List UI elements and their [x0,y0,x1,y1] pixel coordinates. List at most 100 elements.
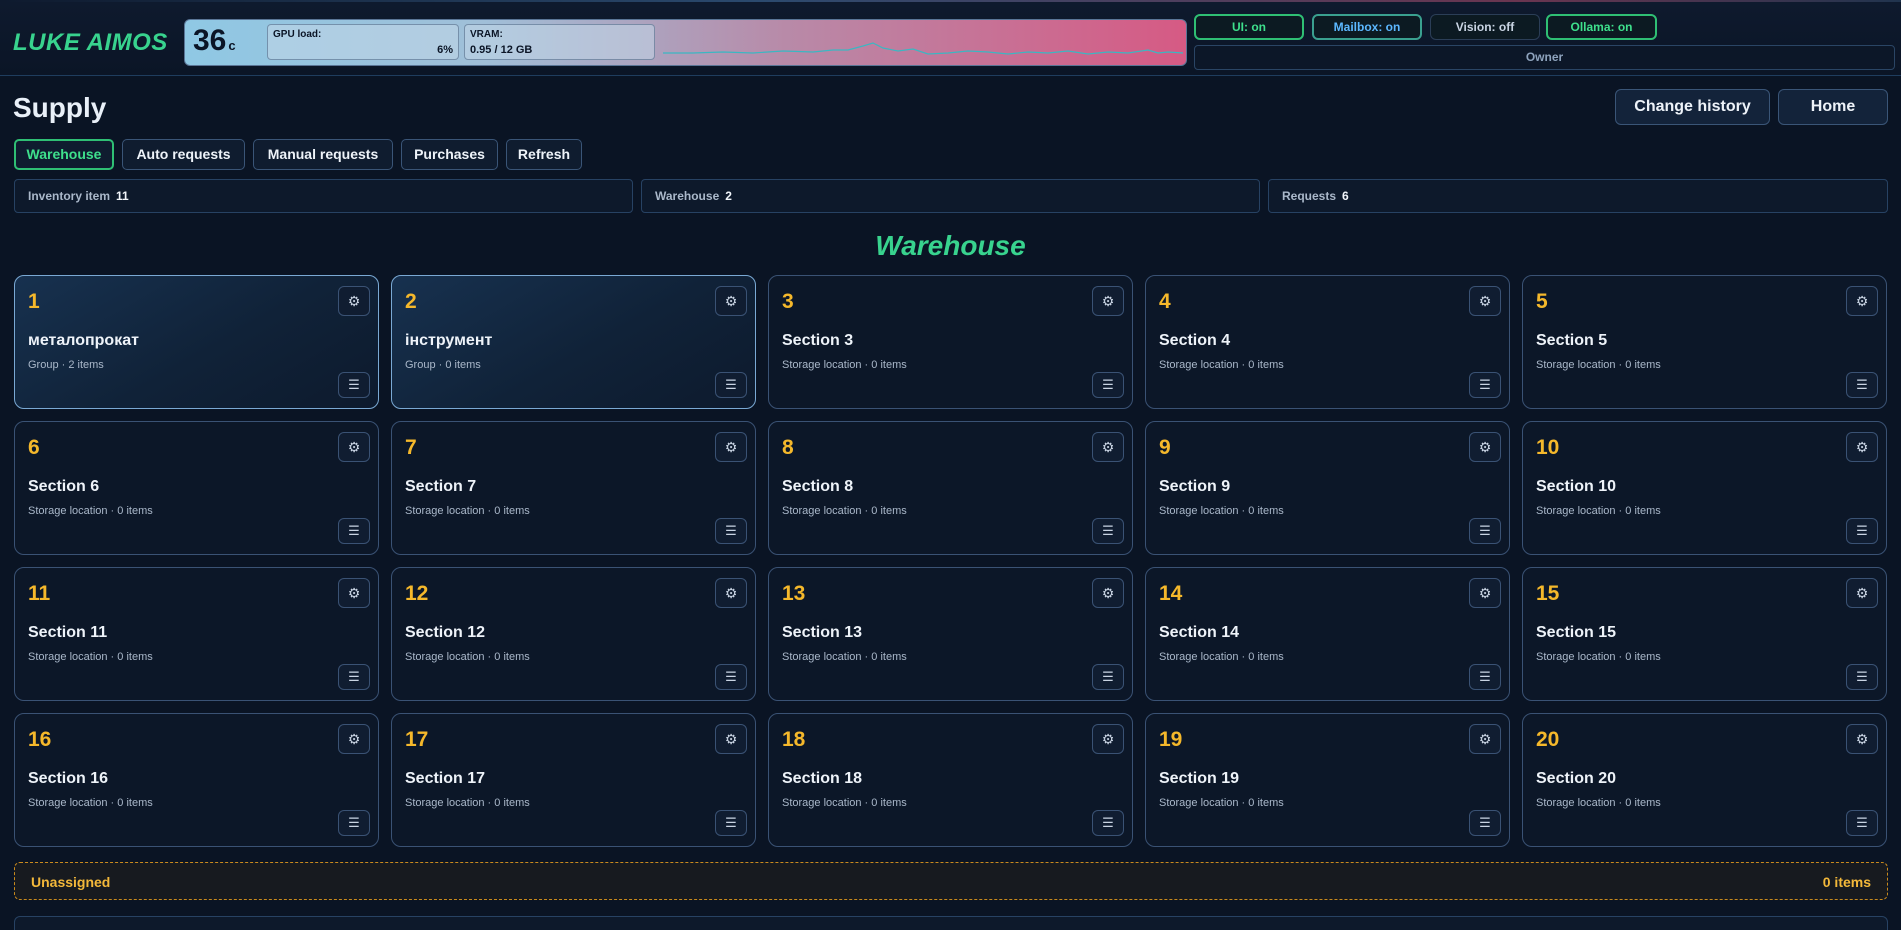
section-card[interactable]: 18 ⚙ Section 18 Storage location · 0 items ☰ [768,713,1133,847]
open-section-button[interactable]: ☰ [1469,664,1501,690]
settings-button[interactable]: ⚙ [338,724,370,754]
section-card[interactable]: 20 ⚙ Section 20 Storage location · 0 items ☰ [1522,713,1887,847]
menu-icon: ☰ [725,377,737,392]
section-card[interactable]: 11 ⚙ Section 11 Storage location · 0 items ☰ [14,567,379,701]
brand-logo: LUKE AIMOS [13,29,168,56]
settings-button[interactable]: ⚙ [715,724,747,754]
settings-button[interactable]: ⚙ [1092,286,1124,316]
settings-button[interactable]: ⚙ [338,578,370,608]
service-ui-status[interactable]: UI: on [1194,14,1304,40]
open-section-button[interactable]: ☰ [1846,518,1878,544]
open-section-button[interactable]: ☰ [1846,664,1878,690]
open-section-button[interactable]: ☰ [1846,810,1878,836]
open-section-button[interactable]: ☰ [338,518,370,544]
settings-button[interactable]: ⚙ [1469,724,1501,754]
open-section-button[interactable]: ☰ [715,664,747,690]
menu-icon: ☰ [1856,377,1868,392]
open-section-button[interactable]: ☰ [1092,372,1124,398]
settings-button[interactable]: ⚙ [338,432,370,462]
open-section-button[interactable]: ☰ [1469,372,1501,398]
settings-button[interactable]: ⚙ [715,432,747,462]
settings-button[interactable]: ⚙ [338,286,370,316]
section-card[interactable]: 10 ⚙ Section 10 Storage location · 0 items ☰ [1522,421,1887,555]
open-section-button[interactable]: ☰ [715,518,747,544]
stat-label: Requests [1282,189,1337,203]
menu-icon: ☰ [1102,377,1114,392]
section-card[interactable]: 15 ⚙ Section 15 Storage location · 0 items ☰ [1522,567,1887,701]
section-name: Section 6 [28,478,100,495]
section-number: 16 [28,728,52,751]
open-section-button[interactable]: ☰ [1092,810,1124,836]
service-mailbox-status[interactable]: Mailbox: on [1312,14,1422,40]
settings-button[interactable]: ⚙ [715,286,747,316]
section-card[interactable]: 14 ⚙ Section 14 Storage location · 0 items ☰ [1145,567,1510,701]
gear-icon: ⚙ [1101,439,1115,455]
status-bar: LUKE AIMOS 36 c GPU load: 6% VRAM: 0.95 /… [0,0,1901,76]
settings-button[interactable]: ⚙ [1846,578,1878,608]
settings-button[interactable]: ⚙ [1092,724,1124,754]
unassigned-bucket[interactable]: Unassigned 0 items [14,862,1888,900]
section-meta: Storage location · 0 items [1159,797,1284,809]
section-meta: Storage location · 0 items [1536,797,1661,809]
settings-button[interactable]: ⚙ [1469,578,1501,608]
gpu-temperature: 36 c [193,24,236,58]
settings-button[interactable]: ⚙ [1092,432,1124,462]
section-card[interactable]: 19 ⚙ Section 19 Storage location · 0 items ☰ [1145,713,1510,847]
settings-button[interactable]: ⚙ [1469,286,1501,316]
open-section-button[interactable]: ☰ [1469,810,1501,836]
stat-value: 6 [1342,189,1349,203]
section-number: 18 [782,728,806,751]
menu-icon: ☰ [725,669,737,684]
open-section-button[interactable]: ☰ [338,810,370,836]
menu-icon: ☰ [1856,815,1868,830]
tab-purchases[interactable]: Purchases [401,139,498,170]
section-card[interactable]: 3 ⚙ Section 3 Storage location · 0 items ☰ [768,275,1133,409]
tab-warehouse[interactable]: Warehouse [14,139,114,170]
settings-button[interactable]: ⚙ [715,578,747,608]
service-vision-status[interactable]: Vision: off [1430,14,1540,40]
open-section-button[interactable]: ☰ [1469,518,1501,544]
section-card[interactable]: 5 ⚙ Section 5 Storage location · 0 items ☰ [1522,275,1887,409]
section-number: 10 [1536,436,1560,459]
section-number: 19 [1159,728,1183,751]
section-card[interactable]: 9 ⚙ Section 9 Storage location · 0 items ☰ [1145,421,1510,555]
tab-auto-requests[interactable]: Auto requests [122,139,245,170]
section-name: інструмент [405,332,493,349]
settings-button[interactable]: ⚙ [1469,432,1501,462]
settings-button[interactable]: ⚙ [1846,724,1878,754]
section-card[interactable]: 6 ⚙ Section 6 Storage location · 0 items ☰ [14,421,379,555]
open-section-button[interactable]: ☰ [1846,372,1878,398]
section-card[interactable]: 12 ⚙ Section 12 Storage location · 0 items ☰ [391,567,756,701]
open-section-button[interactable]: ☰ [715,372,747,398]
stat-value: 2 [725,189,732,203]
section-card[interactable]: 13 ⚙ Section 13 Storage location · 0 items ☰ [768,567,1133,701]
section-meta: Storage location · 0 items [405,505,530,517]
open-section-button[interactable]: ☰ [338,372,370,398]
page-title: Supply [13,92,107,123]
tab-refresh[interactable]: Refresh [506,139,582,170]
menu-icon: ☰ [1479,669,1491,684]
tab-manual-requests[interactable]: Manual requests [253,139,393,170]
open-section-button[interactable]: ☰ [1092,664,1124,690]
open-section-button[interactable]: ☰ [715,810,747,836]
gpu-temperature-unit: c [228,38,236,53]
home-button[interactable]: Home [1778,89,1888,125]
section-card[interactable]: 4 ⚙ Section 4 Storage location · 0 items ☰ [1145,275,1510,409]
change-history-button[interactable]: Change history [1615,89,1770,125]
section-card[interactable]: 17 ⚙ Section 17 Storage location · 0 items ☰ [391,713,756,847]
service-ollama-status[interactable]: Ollama: on [1546,14,1657,40]
menu-icon: ☰ [1479,815,1491,830]
section-meta: Storage location · 0 items [1159,505,1284,517]
settings-button[interactable]: ⚙ [1846,432,1878,462]
section-card[interactable]: 2 ⚙ інструмент Group · 0 items ☰ [391,275,756,409]
section-card[interactable]: 16 ⚙ Section 16 Storage location · 0 items ☰ [14,713,379,847]
open-section-button[interactable]: ☰ [1092,518,1124,544]
section-card[interactable]: 8 ⚙ Section 8 Storage location · 0 items ☰ [768,421,1133,555]
stat-value: 11 [116,189,129,203]
gear-icon: ⚙ [347,439,361,455]
open-section-button[interactable]: ☰ [338,664,370,690]
section-card[interactable]: 7 ⚙ Section 7 Storage location · 0 items ☰ [391,421,756,555]
settings-button[interactable]: ⚙ [1092,578,1124,608]
section-card[interactable]: 1 ⚙ металопрокат Group · 2 items ☰ [14,275,379,409]
settings-button[interactable]: ⚙ [1846,286,1878,316]
